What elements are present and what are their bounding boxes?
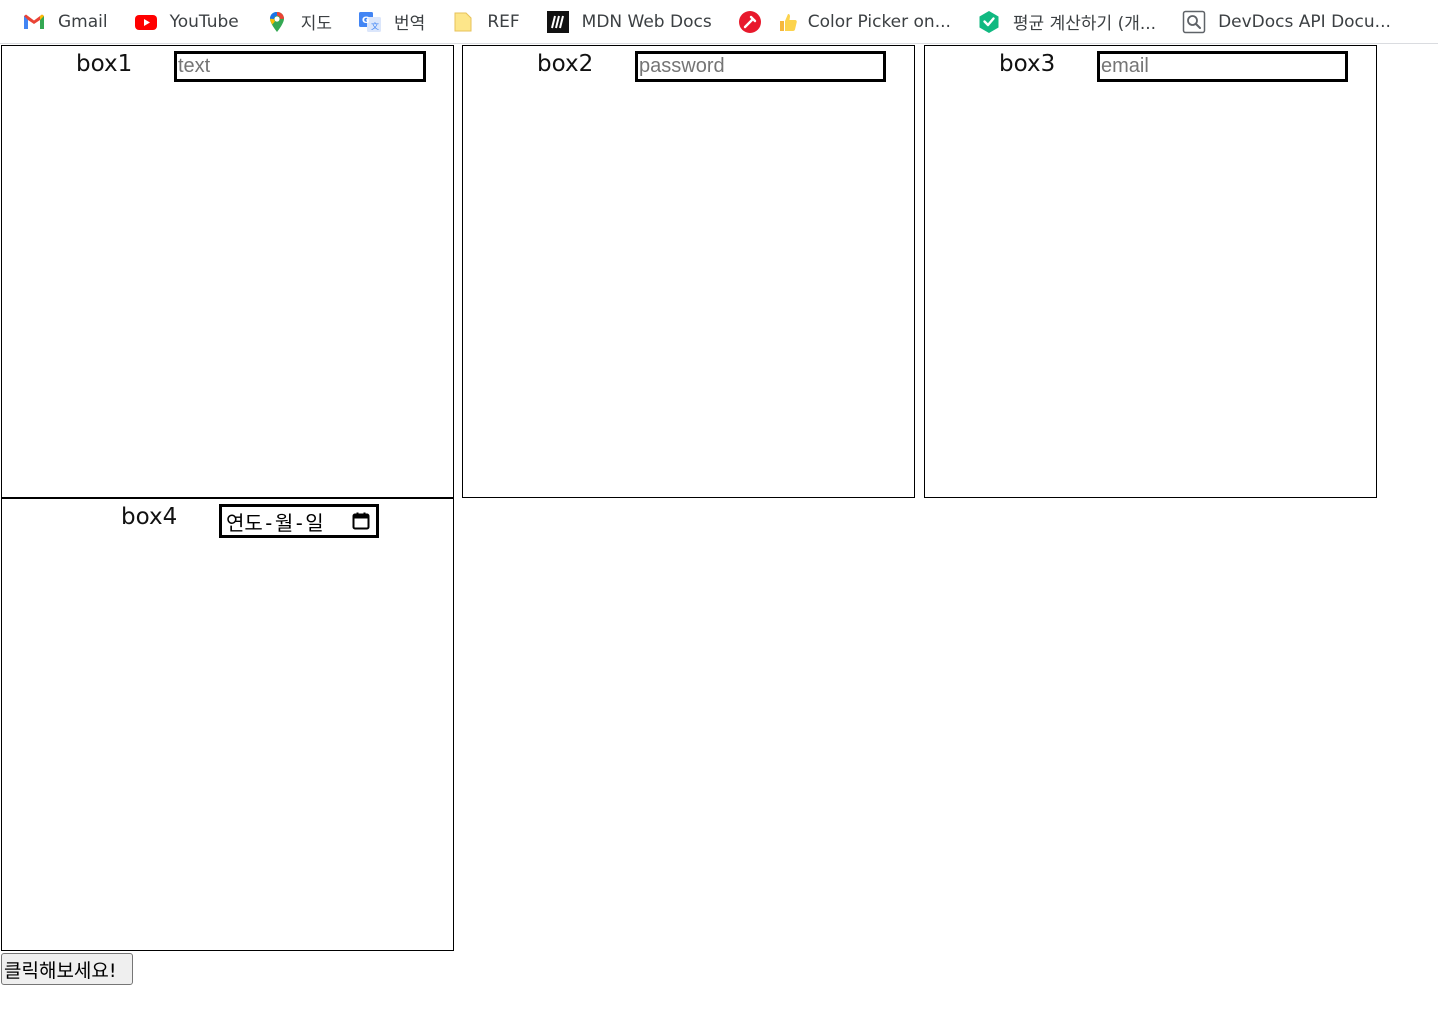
email-input[interactable] bbox=[1097, 51, 1348, 82]
box2-label: box2 bbox=[537, 51, 594, 77]
mdn-icon bbox=[546, 10, 570, 34]
bookmark-label: MDN Web Docs bbox=[581, 11, 712, 32]
bookmark-gmail[interactable]: Gmail bbox=[22, 7, 108, 37]
bookmark-label: REF bbox=[487, 11, 520, 32]
calendar-icon[interactable] bbox=[352, 512, 370, 530]
box1-label: box1 bbox=[76, 51, 133, 77]
thumbs-up-icon bbox=[776, 10, 800, 34]
green-hexagon-icon bbox=[977, 10, 1001, 34]
click-button[interactable]: 클릭해보세요! bbox=[1, 953, 133, 985]
bookmark-label: DevDocs API Docu... bbox=[1218, 11, 1391, 32]
box1: box1 bbox=[1, 45, 454, 498]
bookmarks-bar: Gmail YouTube 지도 G文 번역 REF MDN Web Docs bbox=[0, 0, 1438, 44]
youtube-icon bbox=[134, 10, 158, 34]
color-picker-icon bbox=[738, 10, 762, 34]
bookmark-color-picker-app[interactable] bbox=[738, 7, 762, 37]
bookmark-ref-folder[interactable]: REF bbox=[451, 7, 520, 37]
devdocs-icon bbox=[1182, 10, 1206, 34]
bookmark-translate[interactable]: G文 번역 bbox=[358, 7, 425, 37]
bookmark-label: Color Picker on... bbox=[807, 11, 951, 32]
bookmark-label: 지도 bbox=[300, 14, 333, 34]
bookmark-label: Gmail bbox=[58, 11, 108, 32]
bookmark-youtube[interactable]: YouTube bbox=[134, 7, 239, 37]
bookmark-color-picker[interactable]: Color Picker on... bbox=[776, 7, 951, 37]
svg-text:文: 文 bbox=[371, 21, 379, 31]
gmail-icon bbox=[22, 10, 46, 34]
box2: box2 bbox=[462, 45, 915, 498]
box4-label: box4 bbox=[121, 504, 178, 530]
folder-icon bbox=[451, 10, 475, 34]
date-placeholder: 연도-월-일 bbox=[226, 510, 324, 535]
bookmark-mdn[interactable]: MDN Web Docs bbox=[546, 7, 712, 37]
box3-label: box3 bbox=[999, 51, 1056, 77]
bookmark-devdocs[interactable]: DevDocs API Docu... bbox=[1182, 7, 1391, 37]
bookmark-average-calculator[interactable]: 평균 계산하기 (개... bbox=[977, 7, 1156, 37]
bookmark-maps[interactable]: 지도 bbox=[265, 7, 332, 37]
svg-text:G: G bbox=[362, 16, 369, 26]
date-input[interactable]: 연도-월-일 bbox=[219, 504, 379, 538]
box3: box3 bbox=[924, 45, 1377, 498]
translate-icon: G文 bbox=[358, 10, 382, 34]
maps-pin-icon bbox=[265, 10, 289, 34]
password-input[interactable] bbox=[635, 51, 886, 82]
bookmark-label: 평균 계산하기 (개... bbox=[1012, 14, 1157, 34]
bookmark-label: 번역 bbox=[394, 14, 426, 34]
text-input[interactable] bbox=[174, 51, 426, 82]
bookmark-label: YouTube bbox=[169, 11, 239, 32]
box4: box4 연도-월-일 bbox=[1, 498, 454, 951]
